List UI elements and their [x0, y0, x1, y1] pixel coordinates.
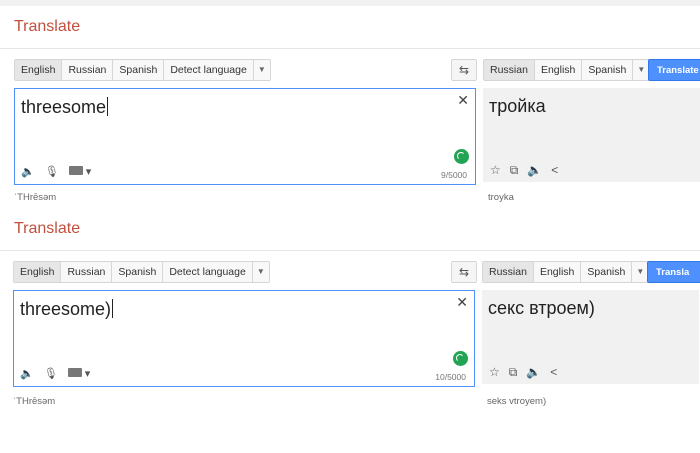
translation-tools: ☆ ⧉ 🔈 < — [490, 164, 558, 176]
swap-languages-button[interactable]: ⇆ — [451, 59, 477, 81]
star-icon[interactable]: ☆ — [489, 366, 500, 378]
source-text[interactable]: threesome) — [20, 299, 114, 320]
target-lang-russian[interactable]: Russian — [482, 261, 534, 283]
source-language-bar: English Russian Spanish Detect language … — [13, 261, 270, 283]
chevron-down-icon: ▼ — [256, 267, 265, 276]
source-text[interactable]: threesome — [21, 97, 109, 118]
target-lang-russian[interactable]: Russian — [483, 59, 535, 81]
close-icon: ✕ — [457, 92, 469, 108]
loading-spinner-icon — [454, 149, 469, 164]
source-lang-detect[interactable]: Detect language — [163, 261, 253, 283]
chevron-down-icon: ▼ — [257, 65, 266, 74]
share-icon[interactable]: < — [550, 366, 557, 378]
source-textarea[interactable]: threesome ✕ 🔈 🎙 ▾ 9/5000 — [14, 88, 476, 185]
swap-arrows-icon: ⇆ — [458, 265, 470, 279]
microphone-icon[interactable]: 🎙 — [44, 368, 58, 380]
close-icon: ✕ — [456, 294, 468, 310]
page-title: Translate — [14, 18, 81, 35]
share-icon[interactable]: < — [551, 164, 558, 176]
target-language-bar: Russian English Spanish ▼ — [483, 59, 651, 81]
target-language-bar: Russian English Spanish ▼ — [482, 261, 650, 283]
target-lang-english[interactable]: English — [533, 261, 582, 283]
source-lang-dropdown[interactable]: ▼ — [252, 261, 270, 283]
source-tools: 🔈 🎙 ▾ — [21, 166, 91, 178]
translation-tools: ☆ ⧉ 🔈 < — [489, 366, 557, 378]
page-title: Translate — [14, 220, 81, 237]
source-lang-english[interactable]: English — [13, 261, 62, 283]
translation-text: тройка — [489, 96, 546, 116]
speaker-icon[interactable]: 🔈 — [21, 166, 35, 178]
speaker-icon[interactable]: 🔈 — [527, 164, 542, 176]
source-lang-russian[interactable]: Russian — [62, 59, 114, 81]
copy-icon[interactable]: ⧉ — [510, 164, 519, 176]
swap-arrows-icon: ⇆ — [458, 63, 470, 77]
source-transliteration: ˈTHrēsəm — [13, 396, 56, 407]
clear-source-button[interactable]: ✕ — [457, 92, 469, 108]
source-lang-spanish[interactable]: Spanish — [113, 59, 165, 81]
translate-panel-1: Translate English Russian Spanish Detect… — [0, 6, 700, 208]
loading-spinner-icon — [453, 351, 468, 366]
header-divider — [0, 250, 700, 251]
target-transliteration: seks vtroyem) — [487, 396, 547, 407]
copy-icon[interactable]: ⧉ — [509, 366, 518, 378]
source-textarea[interactable]: threesome) ✕ 🔈 🎙 ▾ 10/5000 — [13, 290, 475, 387]
chevron-down-icon: ▼ — [636, 267, 645, 276]
clear-source-button[interactable]: ✕ — [456, 294, 468, 310]
translate-button[interactable]: Translate — [648, 59, 700, 81]
character-count: 10/5000 — [435, 372, 466, 382]
text-caret — [107, 97, 109, 116]
character-count: 9/5000 — [441, 170, 467, 180]
keyboard-icon[interactable]: ▾ — [67, 368, 90, 380]
header-divider — [0, 48, 700, 49]
source-tools: 🔈 🎙 ▾ — [20, 368, 90, 380]
source-lang-dropdown[interactable]: ▼ — [253, 59, 271, 81]
source-lang-detect[interactable]: Detect language — [164, 59, 254, 81]
translation-output: секс втроем) ☆ ⧉ 🔈 < — [482, 290, 699, 384]
swap-languages-button[interactable]: ⇆ — [451, 261, 477, 283]
speaker-icon[interactable]: 🔈 — [526, 366, 541, 378]
source-lang-spanish[interactable]: Spanish — [112, 261, 164, 283]
translation-output: тройка ☆ ⧉ 🔈 < — [483, 88, 700, 182]
source-lang-russian[interactable]: Russian — [61, 261, 113, 283]
text-caret — [112, 299, 114, 318]
target-lang-spanish[interactable]: Spanish — [582, 59, 634, 81]
keyboard-icon[interactable]: ▾ — [68, 166, 91, 178]
target-transliteration: troyka — [488, 192, 514, 203]
translation-text: секс втроем) — [488, 298, 595, 318]
star-icon[interactable]: ☆ — [490, 164, 501, 176]
microphone-icon[interactable]: 🎙 — [45, 166, 59, 178]
source-lang-english[interactable]: English — [14, 59, 63, 81]
source-language-bar: English Russian Spanish Detect language … — [14, 59, 271, 81]
source-transliteration: ˈTHrēsəm — [14, 192, 57, 203]
target-lang-english[interactable]: English — [534, 59, 583, 81]
target-lang-spanish[interactable]: Spanish — [581, 261, 633, 283]
speaker-icon[interactable]: 🔈 — [20, 368, 34, 380]
translate-panel-2: Translate English Russian Spanish Detect… — [0, 208, 700, 418]
chevron-down-icon: ▼ — [637, 65, 646, 74]
translate-button[interactable]: Transla — [647, 261, 700, 283]
